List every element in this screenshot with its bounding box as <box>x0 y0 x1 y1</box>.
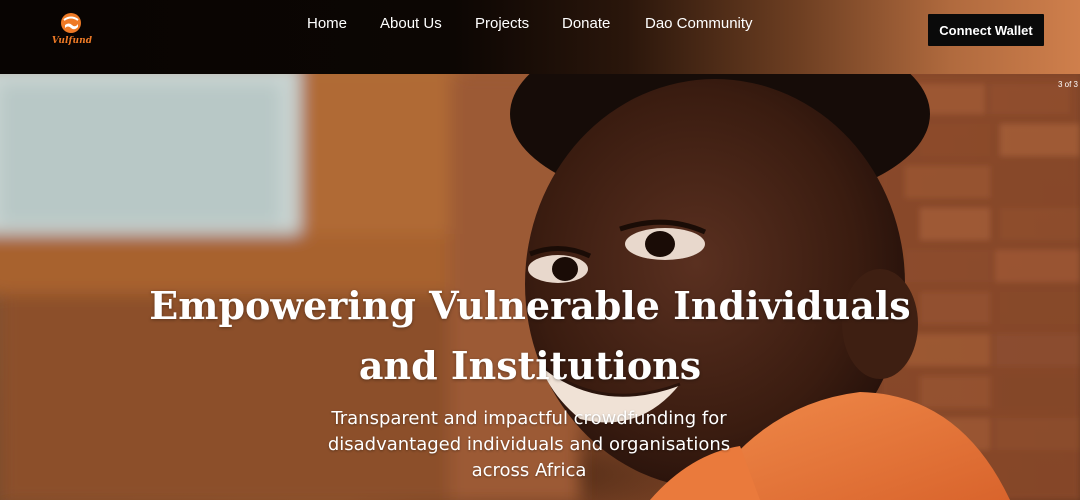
hero-subtitle-line-2: disadvantaged individuals and organisati… <box>327 434 731 455</box>
hero-carousel: 3 of 3 Empowering Vulnerable Individuals… <box>0 74 1080 500</box>
hero-title-line-1: Empowering Vulnerable Individuals <box>149 283 911 328</box>
slide-counter: 3 of 3 <box>1057 80 1078 89</box>
brand-logo[interactable]: Vulfund <box>50 12 94 50</box>
nav-about-us[interactable]: About Us <box>380 15 442 32</box>
nav-dao-community[interactable]: Dao Community <box>645 15 753 32</box>
hero-subtitle-line-3: across Africa <box>471 460 587 481</box>
hero-subtitle: Transparent and impactful crowdfunding f… <box>0 406 1058 484</box>
nav-projects[interactable]: Projects <box>475 15 529 32</box>
top-navbar: Vulfund Home About Us Projects Donate Da… <box>0 0 1080 74</box>
globe-hand-icon <box>61 13 81 33</box>
hero-title-line-2: and Institutions <box>358 343 702 388</box>
nav-donate[interactable]: Donate <box>562 15 610 32</box>
hero-title: Empowering Vulnerable Individuals and In… <box>0 276 1060 396</box>
brand-name: Vulfund <box>51 36 93 46</box>
hero-subtitle-line-1: Transparent and impactful crowdfunding f… <box>331 408 727 429</box>
connect-wallet-button[interactable]: Connect Wallet <box>928 14 1044 46</box>
nav-home[interactable]: Home <box>307 15 347 32</box>
